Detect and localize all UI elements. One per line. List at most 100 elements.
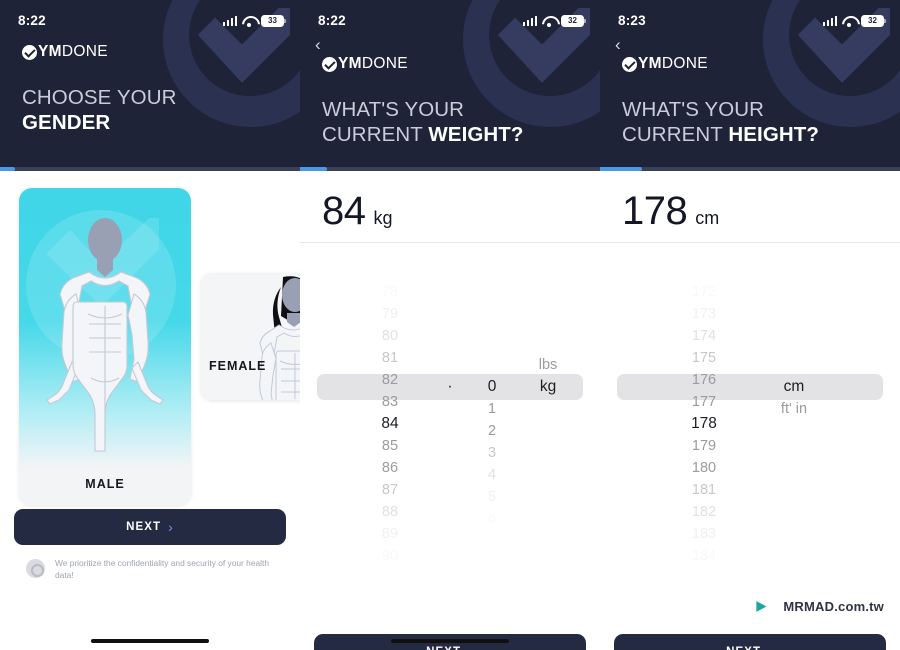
status-icons: 33 bbox=[222, 14, 286, 27]
height-integer-item[interactable]: 175 bbox=[654, 347, 754, 369]
battery-icon: 33 bbox=[261, 14, 286, 27]
weight-picker[interactable]: 78 79 80 81 82 83 84 85 86 87 88 89 90 · 0123456 lbs… bbox=[300, 281, 600, 564]
male-anatomy-illustration bbox=[19, 206, 191, 456]
weight-decimal-column[interactable]: 0123456 bbox=[464, 281, 520, 527]
divider bbox=[300, 242, 600, 243]
chevron-right-icon: › bbox=[168, 519, 174, 535]
page-title-line2-bold: HEIGHT? bbox=[728, 123, 820, 146]
gender-option-male[interactable]: MALE bbox=[19, 188, 191, 505]
gender-options: MALE FEMALE NEXT › We prioritize the con… bbox=[0, 171, 300, 650]
weight-value-display: 84 kg bbox=[300, 171, 600, 234]
next-button[interactable]: NEXT › bbox=[14, 509, 286, 545]
height-integer-item[interactable]: 182 bbox=[654, 501, 754, 523]
signal-bars-icon bbox=[522, 15, 537, 26]
status-time: 8:23 bbox=[618, 13, 646, 28]
weight-decimal-item[interactable]: 4 bbox=[464, 464, 520, 486]
height-picker[interactable]: 172 173 174 175 176 177 178 179 180 181 182 183 184 … bbox=[600, 281, 900, 564]
height-integer-column[interactable]: 172 173 174 175 176 177 178 179 180 181 182 183 184 bbox=[654, 281, 754, 564]
privacy-lock-icon bbox=[26, 559, 45, 578]
weight-integer-item[interactable]: 85 bbox=[344, 435, 436, 457]
screen-choose-gender: 8:22 33 YMDONE CHOOSE YOUR GENDER MALE F… bbox=[0, 0, 300, 650]
weight-integer-item[interactable]: 89 bbox=[344, 523, 436, 545]
weight-integer-item[interactable]: 88 bbox=[344, 501, 436, 523]
screenshot-triptych: 8:22 33 YMDONE CHOOSE YOUR GENDER MALE F… bbox=[0, 0, 900, 650]
height-integer-item[interactable]: 173 bbox=[654, 303, 754, 325]
screen-current-height: 8:23 32 ‹ YMDONE WHAT'S YOUR CURRENT HEI… bbox=[600, 0, 900, 650]
logo-text-bold: YM bbox=[338, 55, 362, 72]
weight-body: 84 kg 78 79 80 81 82 83 84 85 86 87 88 89 90 · 01234… bbox=[300, 171, 600, 650]
height-unit-item[interactable]: ft' in bbox=[754, 398, 834, 420]
gender-option-male-label: MALE bbox=[85, 477, 125, 491]
progress-bar bbox=[600, 167, 900, 171]
status-bar: 8:22 32 bbox=[300, 0, 600, 32]
height-integer-item[interactable]: 179 bbox=[654, 435, 754, 457]
weight-decimal-item[interactable]: 0 bbox=[464, 376, 520, 398]
status-time: 8:22 bbox=[18, 13, 46, 28]
weight-decimal-item[interactable]: 6 bbox=[464, 508, 520, 530]
height-integer-item[interactable]: 177 bbox=[654, 391, 754, 413]
page-title: WHAT'S YOUR CURRENT HEIGHT? bbox=[622, 97, 900, 147]
weight-integer-item[interactable]: 82 bbox=[344, 369, 436, 391]
next-button[interactable]: NEXT › bbox=[614, 634, 886, 650]
height-integer-item[interactable]: 184 bbox=[654, 545, 754, 567]
weight-integer-item[interactable]: 90 bbox=[344, 545, 436, 567]
weight-integer-item[interactable]: 83 bbox=[344, 391, 436, 413]
wifi-icon bbox=[242, 15, 256, 27]
weight-integer-item[interactable]: 78 bbox=[344, 281, 436, 303]
weight-integer-item[interactable]: 87 bbox=[344, 479, 436, 501]
weight-value: 84 bbox=[322, 189, 366, 233]
height-unit-item[interactable]: cm bbox=[754, 376, 834, 398]
weight-integer-item[interactable]: 81 bbox=[344, 347, 436, 369]
weight-separator: · bbox=[447, 378, 453, 395]
page-title: WHAT'S YOUR CURRENT WEIGHT? bbox=[322, 97, 600, 147]
weight-decimal-item[interactable]: 2 bbox=[464, 420, 520, 442]
weight-decimal-item[interactable]: 3 bbox=[464, 442, 520, 464]
gender-option-female[interactable]: FEMALE bbox=[201, 273, 300, 400]
status-icons: 32 bbox=[522, 14, 586, 27]
back-button[interactable]: ‹ bbox=[315, 36, 329, 53]
chevron-right-icon: › bbox=[768, 644, 774, 650]
status-bar: 8:23 32 bbox=[600, 0, 900, 32]
back-button[interactable]: ‹ bbox=[615, 36, 629, 53]
weight-unit-column[interactable]: lbs kg bbox=[520, 281, 576, 513]
height-integer-item[interactable]: 172 bbox=[654, 281, 754, 303]
height-integer-item[interactable]: 176 bbox=[654, 369, 754, 391]
progress-bar bbox=[0, 167, 300, 171]
weight-integer-item[interactable]: 79 bbox=[344, 303, 436, 325]
height-unit-column[interactable]: cm ft' in bbox=[754, 281, 834, 513]
home-indicator bbox=[91, 639, 209, 643]
check-circle-icon bbox=[622, 56, 637, 72]
progress-bar bbox=[300, 167, 600, 171]
status-time: 8:22 bbox=[318, 13, 346, 28]
weight-integer-item[interactable]: 86 bbox=[344, 457, 436, 479]
weight-integer-item[interactable]: 84 bbox=[344, 413, 436, 435]
weight-integer-column[interactable]: 78 79 80 81 82 83 84 85 86 87 88 89 90 bbox=[344, 281, 436, 564]
page-title-line1: WHAT'S YOUR bbox=[622, 98, 765, 121]
height-integer-item[interactable]: 180 bbox=[654, 457, 754, 479]
logo-text-light: DONE bbox=[61, 43, 108, 60]
battery-level: 32 bbox=[868, 15, 877, 25]
header-height: 8:23 32 ‹ YMDONE WHAT'S YOUR CURRENT HEI… bbox=[600, 0, 900, 171]
chevron-right-icon: › bbox=[468, 644, 474, 650]
height-body: 178 cm 172 173 174 175 176 177 178 179 180 181 182… bbox=[600, 171, 900, 650]
divider bbox=[600, 242, 900, 243]
weight-unit-item[interactable]: lbs bbox=[520, 354, 576, 376]
logo-text: YMDONE bbox=[638, 55, 708, 73]
page-title-line1: WHAT'S YOUR bbox=[322, 98, 465, 121]
logo-text-bold: YM bbox=[638, 55, 662, 72]
height-integer-item[interactable]: 183 bbox=[654, 523, 754, 545]
wifi-icon bbox=[542, 15, 556, 27]
battery-level: 32 bbox=[568, 15, 577, 25]
height-integer-item[interactable]: 174 bbox=[654, 325, 754, 347]
weight-integer-item[interactable]: 80 bbox=[344, 325, 436, 347]
signal-bars-icon bbox=[222, 15, 237, 26]
mrmad-bowtie-icon bbox=[756, 601, 779, 612]
height-integer-item[interactable]: 178 bbox=[654, 413, 754, 435]
weight-unit-item[interactable]: kg bbox=[520, 376, 576, 398]
height-value-unit: cm bbox=[695, 208, 720, 228]
weight-decimal-item[interactable]: 1 bbox=[464, 398, 520, 420]
weight-decimal-item[interactable]: 5 bbox=[464, 486, 520, 508]
height-integer-item[interactable]: 181 bbox=[654, 479, 754, 501]
next-button-label: NEXT bbox=[126, 521, 162, 533]
app-logo: YMDONE bbox=[622, 54, 900, 74]
